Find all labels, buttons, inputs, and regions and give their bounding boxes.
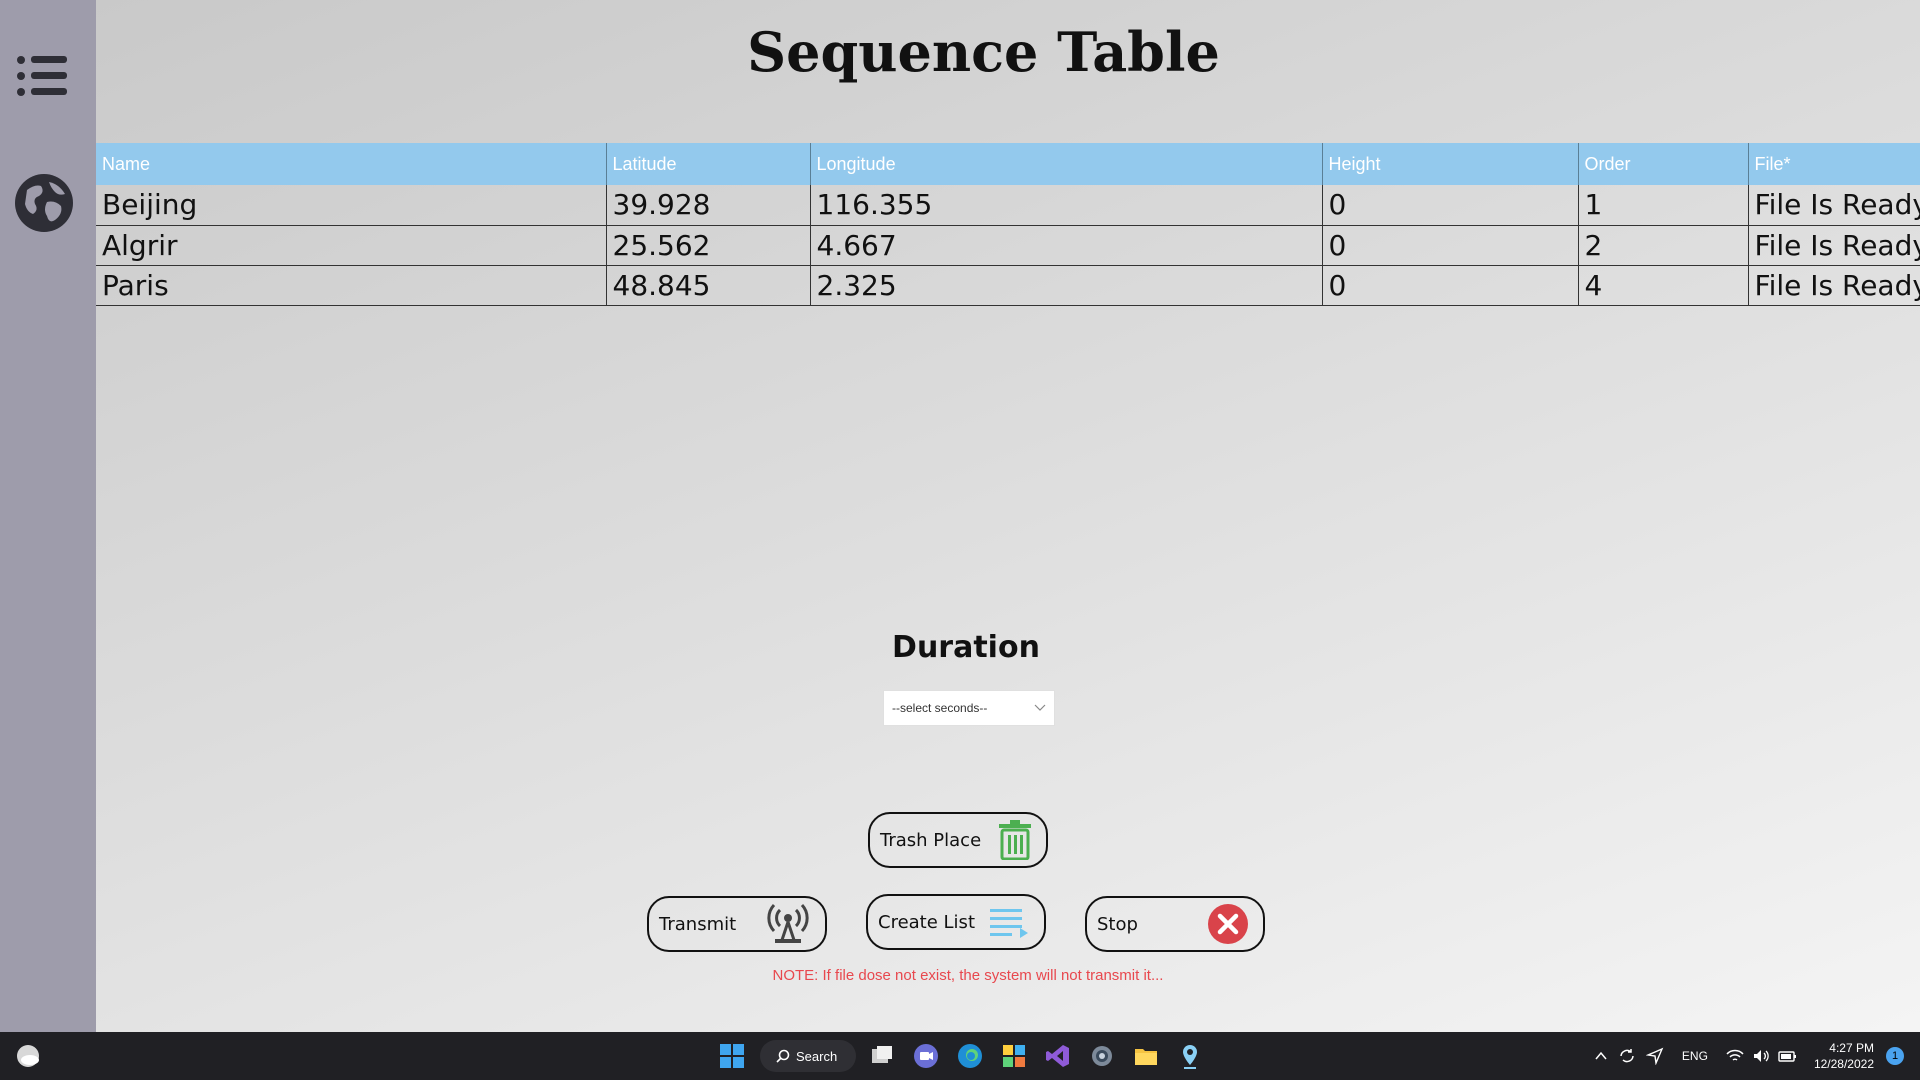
table-header-row: Name Latitude Longitude Height Order Fil…: [96, 143, 1920, 185]
teams-chat-icon[interactable]: [912, 1042, 940, 1070]
wifi-icon[interactable]: [1726, 1048, 1744, 1064]
table-row[interactable]: Beijing 39.928 116.355 0 1 File Is Ready: [96, 185, 1920, 226]
clock-time: 4:27 PM: [1829, 1041, 1874, 1055]
cell-latitude: 25.562: [606, 225, 811, 266]
sequence-table: Name Latitude Longitude Height Order Fil…: [96, 143, 1920, 306]
duration-select-value: --select seconds--: [892, 701, 988, 715]
col-header-name[interactable]: Name: [96, 143, 607, 185]
clock-date: 12/28/2022: [1813, 1057, 1874, 1071]
cell-file: File Is Ready: [1748, 265, 1920, 306]
cell-height: 0: [1322, 265, 1579, 306]
menu-icon[interactable]: [16, 54, 68, 98]
sidebar: [0, 0, 96, 1032]
cell-height: 0: [1322, 185, 1579, 226]
trash-place-label: Trash Place: [880, 829, 982, 851]
cell-longitude: 116.355: [810, 185, 1323, 226]
volume-icon[interactable]: [1752, 1048, 1770, 1064]
stop-button[interactable]: Stop: [1085, 896, 1265, 952]
cell-longitude: 2.325: [810, 265, 1323, 306]
transmit-note: NOTE: If file dose not exist, the system…: [772, 967, 1164, 984]
create-list-label: Create List: [878, 911, 975, 933]
search-icon: [776, 1049, 790, 1063]
col-header-height[interactable]: Height: [1322, 143, 1579, 185]
taskbar: Search ENG 4:27 PM 12/28/2022 1: [0, 1032, 1920, 1080]
maps-app-icon[interactable]: [1176, 1042, 1204, 1070]
file-explorer-icon[interactable]: [1132, 1042, 1160, 1070]
cell-name: Paris: [96, 265, 607, 306]
settings-gear-icon[interactable]: [1088, 1042, 1116, 1070]
transmit-button[interactable]: Transmit: [647, 896, 827, 952]
col-header-latitude[interactable]: Latitude: [606, 143, 811, 185]
col-header-file[interactable]: File*: [1748, 143, 1920, 185]
cell-file: File Is Ready: [1748, 185, 1920, 226]
sync-icon[interactable]: [1618, 1047, 1636, 1065]
page-title: Sequence Table: [747, 20, 1220, 84]
antenna-icon: [767, 903, 809, 943]
trash-icon: [999, 820, 1031, 860]
cell-longitude: 4.667: [810, 225, 1323, 266]
task-view-icon[interactable]: [868, 1042, 896, 1070]
cell-name: Algrir: [96, 225, 607, 266]
visual-studio-icon[interactable]: [1044, 1042, 1072, 1070]
system-tray: ENG 4:27 PM 12/28/2022 1: [1594, 1032, 1904, 1080]
cell-latitude: 39.928: [606, 185, 811, 226]
globe-icon[interactable]: [13, 172, 75, 234]
cell-height: 0: [1322, 225, 1579, 266]
col-header-longitude[interactable]: Longitude: [810, 143, 1323, 185]
main-content: Sequence Table Name Latitude Longitude H…: [96, 0, 1920, 1032]
weather-icon[interactable]: [14, 1042, 42, 1070]
cell-order: 2: [1578, 225, 1749, 266]
close-circle-icon: [1208, 904, 1248, 944]
taskbar-search-label: Search: [796, 1048, 838, 1064]
duration-title: Duration: [892, 630, 1040, 665]
cell-name: Beijing: [96, 185, 607, 226]
table-row[interactable]: Algrir 25.562 4.667 0 2 File Is Ready: [96, 225, 1920, 266]
notification-badge[interactable]: 1: [1886, 1047, 1904, 1065]
cell-file: File Is Ready: [1748, 225, 1920, 266]
cell-order: 1: [1578, 185, 1749, 226]
chevron-up-icon[interactable]: [1594, 1049, 1608, 1063]
battery-icon[interactable]: [1778, 1048, 1798, 1064]
trash-place-button[interactable]: Trash Place: [868, 812, 1048, 868]
stop-label: Stop: [1097, 913, 1138, 935]
cell-latitude: 48.845: [606, 265, 811, 306]
chevron-down-icon: [1034, 704, 1046, 711]
list-icon: [990, 909, 1028, 938]
edge-browser-icon[interactable]: [956, 1042, 984, 1070]
col-header-order[interactable]: Order: [1578, 143, 1749, 185]
create-list-button[interactable]: Create List: [866, 894, 1046, 950]
taskbar-search-button[interactable]: Search: [760, 1040, 856, 1072]
table-row[interactable]: Paris 48.845 2.325 0 4 File Is Ready: [96, 265, 1920, 306]
transmit-label: Transmit: [659, 913, 737, 935]
language-indicator[interactable]: ENG: [1682, 1049, 1708, 1063]
duration-select[interactable]: --select seconds--: [883, 690, 1055, 726]
windows-start-icon[interactable]: [718, 1042, 746, 1070]
cell-order: 4: [1578, 265, 1749, 306]
photos-app-icon[interactable]: [1000, 1042, 1028, 1070]
taskbar-clock[interactable]: 4:27 PM 12/28/2022: [1814, 1040, 1874, 1072]
location-arrow-icon[interactable]: [1645, 1047, 1664, 1065]
